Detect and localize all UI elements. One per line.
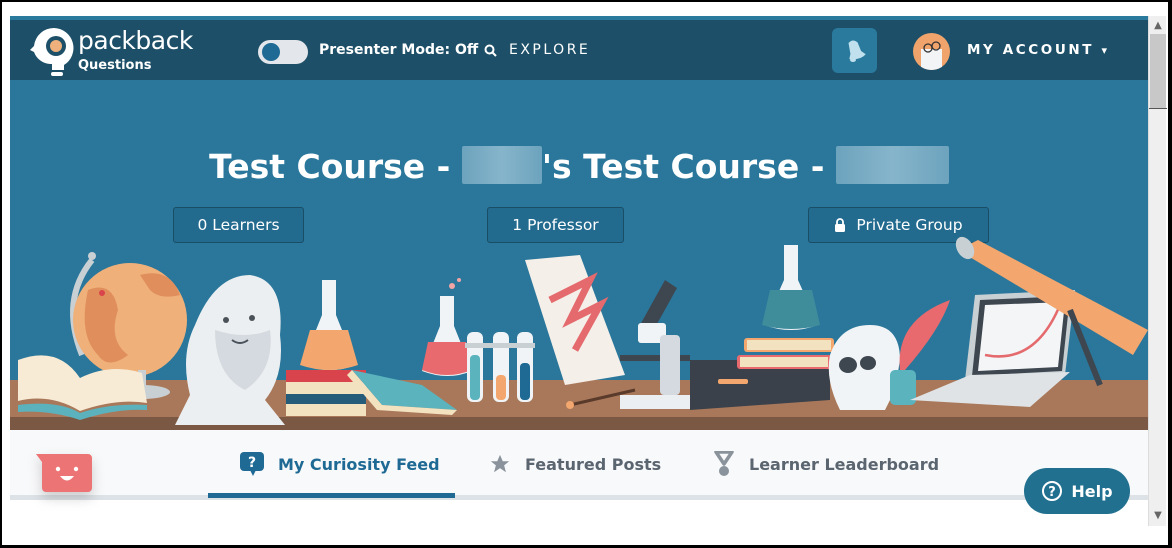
help-circle-icon: ? [1042,481,1063,501]
course-title: Test Course - 's Test Course - [10,146,1148,186]
explore-label: EXPLORE [509,42,591,58]
scroll-up-icon[interactable]: ▲ [1149,18,1167,34]
desk-illustration [10,236,1148,430]
question-bubble-icon: ? [240,452,264,476]
bell-icon [848,39,866,62]
brand-subtitle: Questions [78,58,152,73]
course-title-part-1: Test Course - [209,147,462,186]
test-tubes-icon [465,332,535,402]
presenter-mode-label: Presenter Mode: Off [319,42,479,58]
presenter-mode-toggle[interactable] [258,40,308,64]
redacted-name [461,146,542,184]
avatar-image-icon [921,41,942,70]
svg-text:?: ? [1049,485,1057,500]
top-nav-bar: packback Questions Presenter Mode: Off E… [10,16,1148,82]
notifications-button[interactable] [832,28,877,73]
course-title-part-2: 's Test Course - [541,147,836,186]
user-avatar[interactable] [913,33,950,70]
tab-featured-posts[interactable]: Featured Posts [489,448,661,480]
skull-icon [828,325,900,410]
help-button[interactable]: ? Help [1024,468,1130,514]
redacted-term [835,146,949,184]
case-books-flask-icon [690,245,834,410]
explore-link[interactable]: EXPLORE [484,42,590,58]
my-account-menu[interactable]: MY ACCOUNT ▾ [967,42,1107,58]
browser-window: packback Questions Presenter Mode: Off E… [2,2,1168,545]
toggle-knob [262,43,280,61]
feed-tabs: ? My Curiosity Feed Featured Posts Learn… [10,430,1148,500]
scroll-thumb[interactable] [1150,34,1166,108]
brand-name: packback [78,26,193,55]
course-banner: Test Course - 's Test Course - 0 Learner… [10,80,1148,430]
help-label: Help [1071,481,1113,501]
page: packback Questions Presenter Mode: Off E… [10,16,1148,545]
active-tab-indicator [208,493,455,498]
my-account-label: MY ACCOUNT [967,42,1095,58]
chevron-down-icon: ▾ [1101,44,1107,57]
flask-books-icon [286,280,366,416]
tab-label: Featured Posts [525,454,662,474]
tab-learner-leaderboard[interactable]: Learner Leaderboard [713,448,939,480]
scroll-down-icon[interactable]: ▼ [1149,508,1167,524]
scroll-track-divider [1149,108,1167,109]
red-flask-icon [422,278,472,376]
packback-logo-icon[interactable] [24,24,84,80]
mascot-chat-button[interactable] [36,454,92,494]
vertical-scrollbar[interactable]: ▲ ▼ [1148,16,1167,526]
medal-icon [714,451,734,476]
star-icon [490,454,510,473]
tab-label: My Curiosity Feed [278,454,440,474]
svg-text:?: ? [248,455,256,471]
tab-my-curiosity-feed[interactable]: ? My Curiosity Feed [240,448,440,480]
tab-label: Learner Leaderboard [749,454,940,474]
search-icon [484,44,497,57]
